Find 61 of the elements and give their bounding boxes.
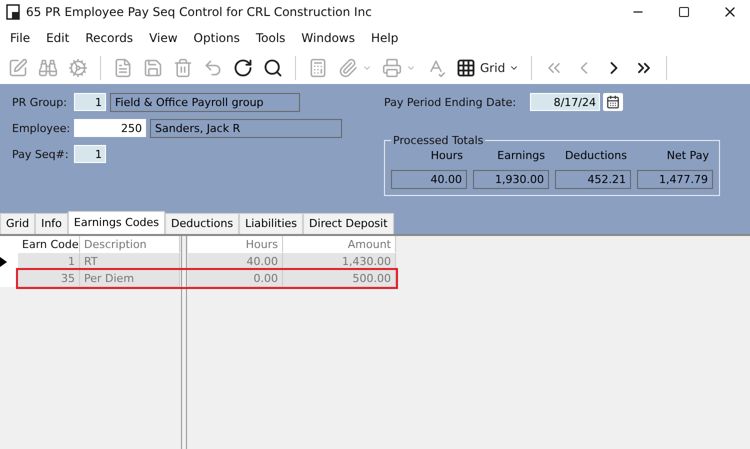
tab[interactable]: Direct Deposit <box>303 213 394 234</box>
menu-item[interactable]: View <box>141 31 186 45</box>
column-header[interactable]: Description <box>80 236 180 253</box>
tab[interactable]: Grid <box>0 213 36 234</box>
field-label: Employee: <box>12 122 72 134</box>
column-header[interactable]: Earn Code <box>18 236 80 253</box>
total-value: 1,930.00 <box>473 170 549 189</box>
table-cell: 0.00 <box>188 270 283 287</box>
total-label: Hours <box>430 148 464 164</box>
pr-group-description: Field & Office Payroll group <box>110 92 300 112</box>
calendar-icon <box>606 95 620 109</box>
total-label: Net Pay <box>666 148 710 164</box>
trash-icon <box>173 58 193 78</box>
total-label: Deductions <box>564 148 628 164</box>
field-label: Pay Seq#: <box>12 148 70 160</box>
field-label: PR Group: <box>12 96 68 108</box>
menu-item[interactable]: Help <box>363 31 406 45</box>
maximize-icon[interactable] <box>678 6 690 18</box>
grid-icon <box>456 58 476 78</box>
app-icon <box>6 4 20 20</box>
employee-field[interactable]: 250 <box>74 119 146 137</box>
tab[interactable]: Deductions <box>165 213 240 234</box>
group-title: Processed Totals <box>392 134 484 147</box>
edit-icon <box>8 58 28 78</box>
current-row-icon <box>0 256 7 266</box>
field-label: Pay Period Ending Date: <box>384 96 518 108</box>
menu-item[interactable]: Options <box>186 31 248 45</box>
tab[interactable]: Earnings Codes <box>68 211 166 234</box>
calculator-icon <box>308 58 328 78</box>
menu-item[interactable]: Windows <box>293 31 363 45</box>
menu-item[interactable]: File <box>2 31 38 45</box>
binoculars-icon <box>38 58 58 78</box>
undo-icon <box>203 58 223 78</box>
table-cell: 35 <box>18 270 80 287</box>
table-cell: Per Diem <box>80 270 180 287</box>
total-value: 1,477.79 <box>637 170 713 189</box>
employee-name: Sanders, Jack R <box>150 118 342 138</box>
gear-icon <box>68 58 88 78</box>
pr-group-field[interactable]: 1 <box>74 93 106 111</box>
total-value: 40.00 <box>391 170 467 189</box>
menu-item[interactable]: Edit <box>38 31 78 45</box>
document-icon <box>113 58 133 78</box>
window-title: 65 PR Employee Pay Seq Control for CRL Construction Inc <box>26 5 373 19</box>
tab[interactable]: Info <box>35 213 68 234</box>
printer-icon <box>382 58 402 78</box>
calendar-button[interactable] <box>603 93 623 111</box>
refresh-icon <box>233 58 253 78</box>
total-value: 452.21 <box>555 170 631 189</box>
column-header[interactable]: Amount <box>283 236 396 253</box>
grid-view-button[interactable]: Grid <box>452 54 524 82</box>
table-cell: 500.00 <box>283 270 396 287</box>
column-header[interactable]: Hours <box>188 236 283 253</box>
pay-seq-field[interactable]: 1 <box>74 145 106 163</box>
menu-item[interactable]: Records <box>77 31 142 45</box>
save-icon <box>143 58 163 78</box>
date-field[interactable]: 8/17/24 <box>530 93 600 111</box>
total-label: Earnings <box>496 148 546 164</box>
tab[interactable]: Liabilities <box>239 213 304 234</box>
paperclip-icon <box>338 58 358 78</box>
menu-item[interactable]: Tools <box>248 31 294 45</box>
search-icon <box>263 58 283 78</box>
